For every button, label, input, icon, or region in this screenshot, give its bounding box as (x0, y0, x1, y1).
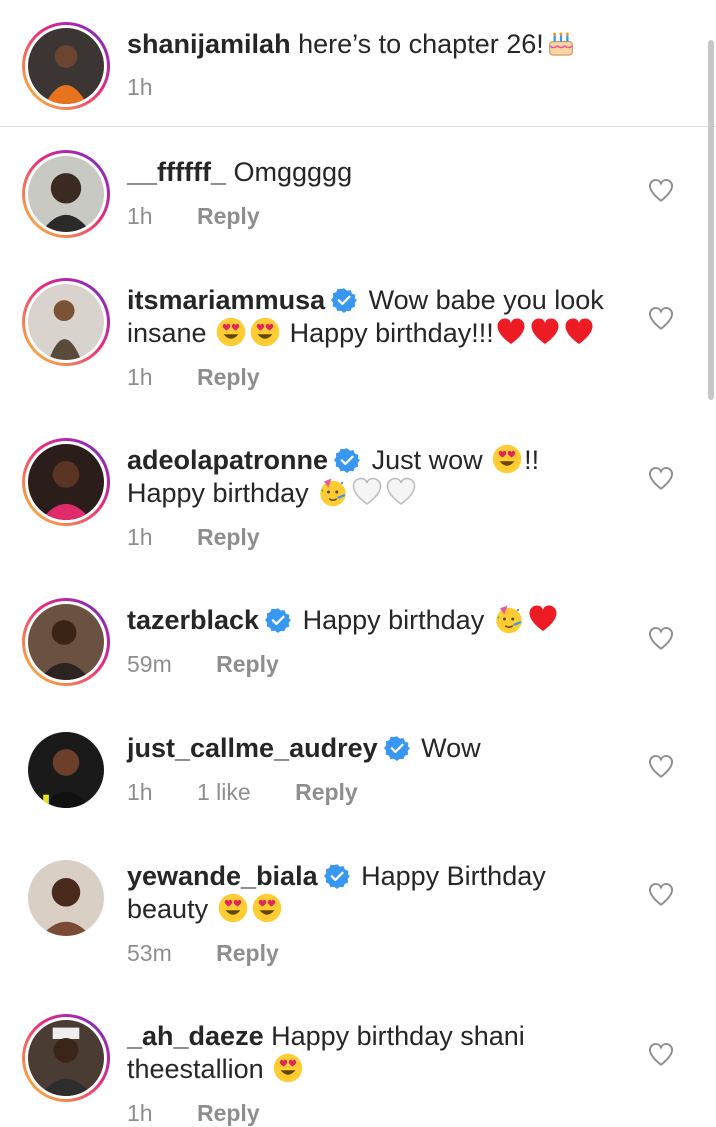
verified-badge-icon (331, 287, 357, 313)
reply-button[interactable]: Reply (295, 779, 358, 805)
avatar (28, 28, 104, 104)
scrollbar[interactable] (708, 40, 714, 400)
like-heart-icon[interactable] (648, 754, 674, 780)
reply-button[interactable]: Reply (197, 203, 260, 229)
comment-avatar[interactable] (22, 598, 110, 686)
comment-time: 1h (127, 779, 153, 805)
caption-username[interactable]: shanijamilah (127, 29, 291, 59)
heart-eyes-emoji (218, 893, 248, 923)
caption-body: here’s to chapter 26! (298, 29, 544, 59)
heart-eyes-emoji (216, 317, 246, 347)
avatar (28, 284, 104, 360)
reply-button[interactable]: Reply (197, 1100, 260, 1126)
party-face-emoji (494, 604, 524, 634)
heart-eyes-emoji (492, 444, 522, 474)
comment-time: 1h (127, 1100, 153, 1126)
avatar (28, 1020, 104, 1096)
comment-meta: 59m Reply (127, 651, 317, 678)
like-heart-icon[interactable] (648, 626, 674, 652)
heart-eyes-emoji (273, 1053, 303, 1083)
caption-meta: 1h (127, 74, 191, 101)
red-heart-emoji (530, 317, 560, 347)
white-heart-emoji (386, 477, 416, 507)
avatar (28, 860, 104, 936)
red-heart-emoji (496, 317, 526, 347)
comment-username[interactable]: itsmariammusa (127, 285, 325, 315)
comment-body-continued: Happy birthday (127, 478, 309, 508)
comment-time: 59m (127, 651, 172, 677)
birthday-cake-emoji (546, 28, 576, 58)
comment-meta: 1h Reply (127, 203, 298, 230)
comment-body: Omggggg (233, 157, 353, 187)
verified-badge-icon (265, 607, 291, 633)
comment-body-exclaim: !! (524, 445, 540, 475)
red-heart-emoji (564, 317, 594, 347)
comment-time: 1h (127, 203, 153, 229)
avatar (28, 444, 104, 520)
avatar (28, 604, 104, 680)
comment-body: Just wow (371, 445, 483, 475)
comment-text: itsmariammusa Wow babe you look insane H… (127, 284, 627, 350)
caption-text: shanijamilah here’s to chapter 26! (127, 28, 627, 61)
verified-badge-icon (334, 447, 360, 473)
comment-avatar[interactable] (22, 1014, 110, 1102)
comment-avatar[interactable] (22, 150, 110, 238)
comment-username[interactable]: tazerblack (127, 605, 259, 635)
red-heart-emoji (528, 604, 558, 634)
comment-avatar[interactable] (22, 438, 110, 526)
comment-username[interactable]: yewande_biala (127, 861, 318, 891)
comment-body: Happy birthday shani (271, 1021, 525, 1051)
white-heart-emoji (352, 477, 382, 507)
like-heart-icon[interactable] (648, 882, 674, 908)
heart-eyes-emoji (252, 893, 282, 923)
comment-meta: 1h Reply (127, 1100, 298, 1127)
avatar (28, 732, 104, 808)
comment-avatar[interactable] (22, 726, 110, 814)
heart-eyes-emoji (250, 317, 280, 347)
comment-avatar[interactable] (22, 278, 110, 366)
comment-time: 53m (127, 940, 172, 966)
comment-username[interactable]: just_callme_audrey (127, 733, 378, 763)
comment-text: tazerblack Happy birthday (127, 604, 627, 637)
comment-time: 1h (127, 524, 153, 550)
comment-avatar[interactable] (22, 854, 110, 942)
comment-body: Happy Birthday (361, 861, 546, 891)
comment-text: yewande_biala Happy Birthday beauty (127, 860, 627, 926)
comment-likes[interactable]: 1 like (197, 779, 251, 805)
comment-meta: 53m Reply (127, 940, 317, 967)
comment-time: 1h (127, 364, 153, 390)
reply-button[interactable]: Reply (216, 651, 279, 677)
like-heart-icon[interactable] (648, 306, 674, 332)
comment-meta: 1h Reply (127, 364, 298, 391)
comment-text: adeolapatronne Just wow !! Happy birthda… (127, 444, 627, 510)
verified-badge-icon (384, 735, 410, 761)
caption-avatar[interactable] (22, 22, 110, 110)
comment-body-continued: theestallion (127, 1054, 264, 1084)
like-heart-icon[interactable] (648, 466, 674, 492)
verified-badge-icon (324, 863, 350, 889)
reply-button[interactable]: Reply (216, 940, 279, 966)
like-heart-icon[interactable] (648, 178, 674, 204)
like-heart-icon[interactable] (648, 1042, 674, 1068)
avatar (28, 156, 104, 232)
reply-button[interactable]: Reply (197, 524, 260, 550)
divider (0, 126, 716, 127)
comment-text: __ffffff_ Omggggg (127, 156, 627, 189)
comment-username[interactable]: _ah_daeze (127, 1021, 264, 1051)
comment-text: just_callme_audrey Wow (127, 732, 627, 765)
comment-meta: 1h 1 like Reply (127, 779, 396, 806)
comment-body: Happy birthday (302, 605, 485, 635)
comment-body-continued: beauty (127, 894, 209, 924)
comment-body: Wow (421, 733, 481, 763)
reply-button[interactable]: Reply (197, 364, 260, 390)
party-face-emoji (318, 477, 348, 507)
comment-username[interactable]: __ffffff_ (127, 157, 226, 187)
post-caption: shanijamilah here’s to chapter 26! 1h (0, 0, 716, 126)
comment-username[interactable]: adeolapatronne (127, 445, 328, 475)
comment-meta: 1h Reply (127, 524, 298, 551)
caption-time: 1h (127, 74, 153, 100)
comment-text: _ah_daeze Happy birthday shani theestall… (127, 1020, 627, 1086)
comment-body-continued: Happy birthday!!! (289, 318, 494, 348)
